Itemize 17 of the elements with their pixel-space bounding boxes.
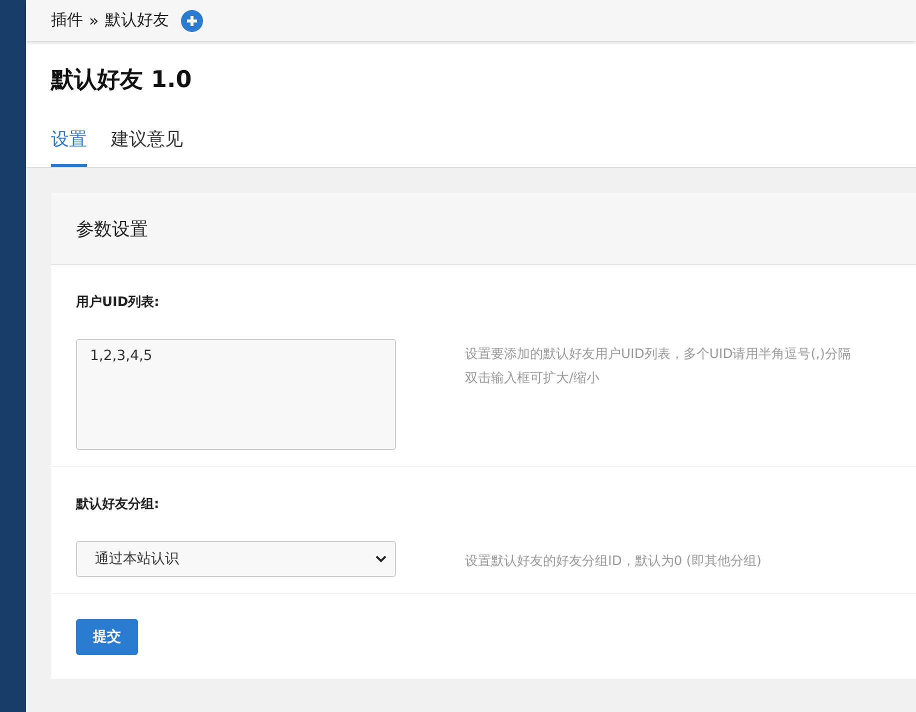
field-label: 用户UID列表: <box>76 294 160 312</box>
chevron-down-icon <box>375 555 387 563</box>
field-label: 默认好友分组: <box>76 496 160 514</box>
breadcrumb-link[interactable]: 插件 <box>51 10 83 31</box>
add-icon[interactable] <box>180 10 203 32</box>
panel-title: 参数设置 <box>76 218 148 240</box>
help-text: 设置要添加的默认好友用户UID列表，多个UID请用半角逗号(,)分隔 <box>465 346 851 364</box>
group-select[interactable]: 通过本站认识 <box>76 541 396 577</box>
uid-textarea[interactable]: 1,2,3,4,5 <box>76 339 396 450</box>
breadcrumb-separator: » <box>89 11 99 30</box>
tab[interactable]: 建议意见 <box>111 123 183 167</box>
page-title: 默认好友 1.0 <box>51 66 193 95</box>
breadcrumb-current: 默认好友 <box>104 10 169 31</box>
help-text: 设置默认好友的好友分组ID，默认为0 (即其他分组) <box>465 553 762 571</box>
tab[interactable]: 设置 <box>51 123 87 167</box>
help-text: 双击输入框可扩大/缩小 <box>465 370 600 388</box>
submit-button[interactable]: 提交 <box>76 619 138 655</box>
